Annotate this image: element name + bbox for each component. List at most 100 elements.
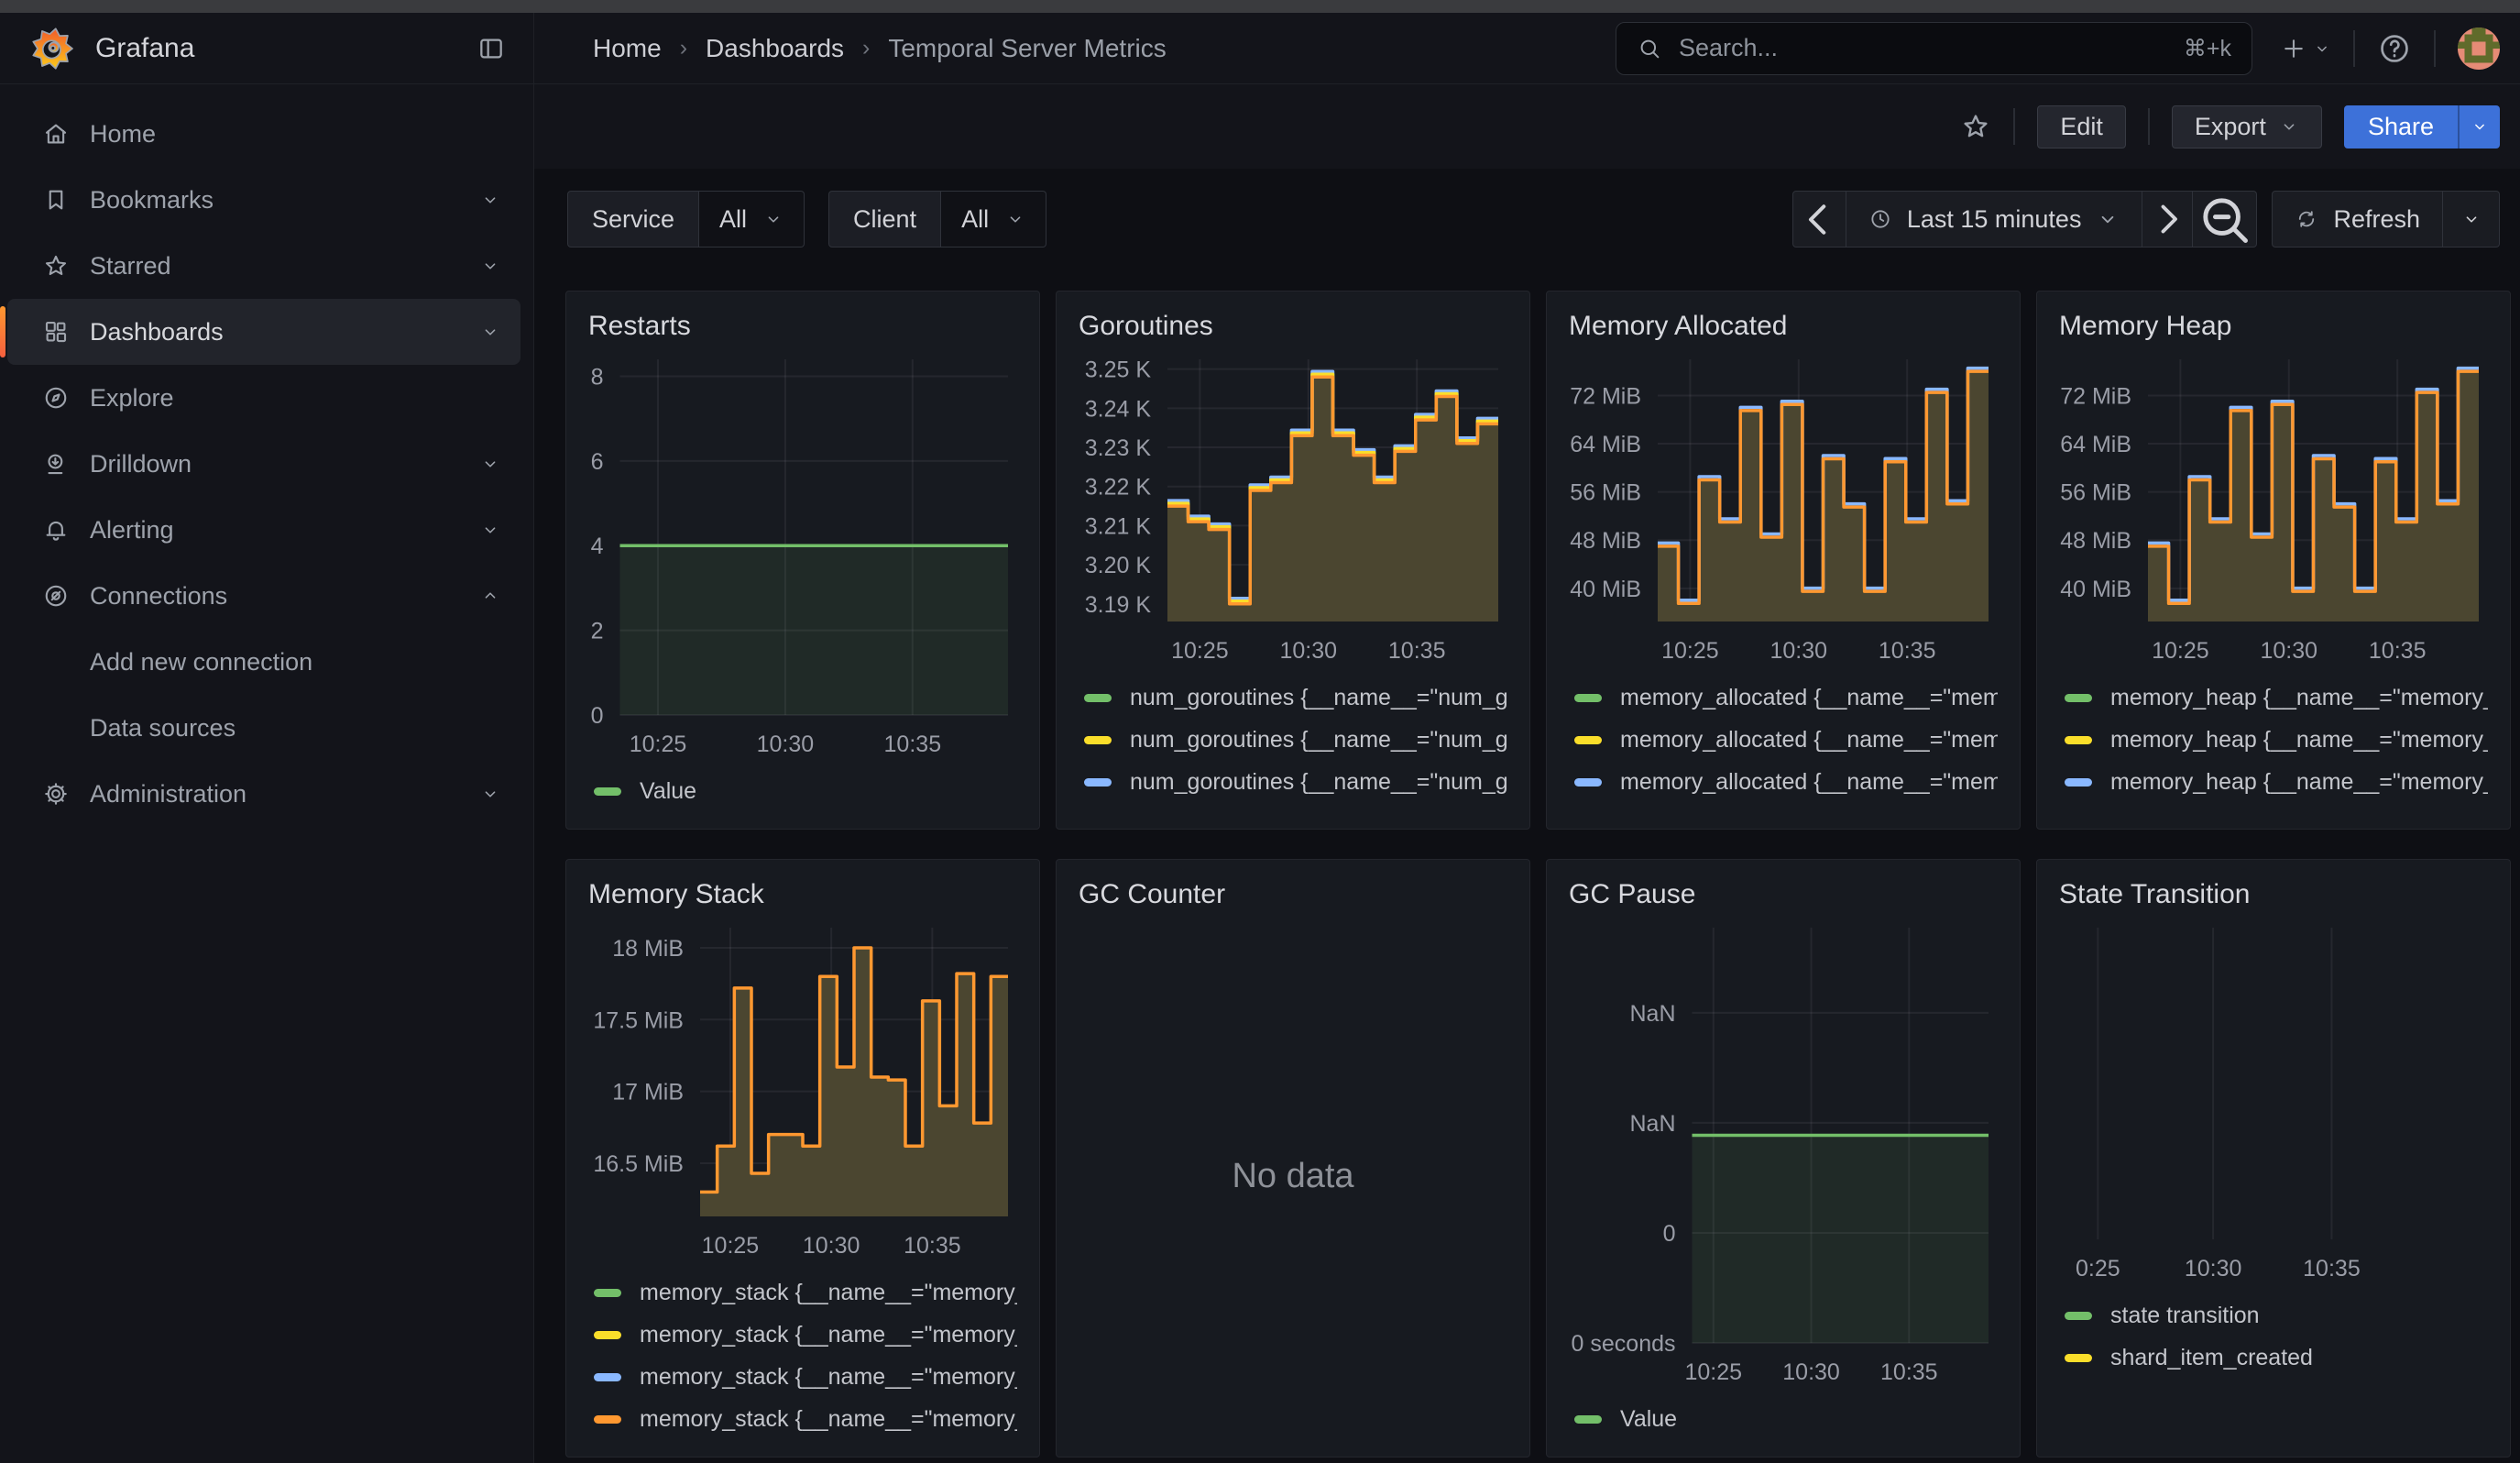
- legend-swatch: [594, 1289, 621, 1297]
- zoom-out-button[interactable]: [2193, 191, 2257, 248]
- legend-item[interactable]: num_goroutines {__name__="num_go: [1079, 761, 1507, 803]
- panel-title[interactable]: State Transition: [2059, 876, 2488, 913]
- chevron-down-icon[interactable]: [480, 454, 500, 474]
- legend-item[interactable]: memory_heap {__name__="memory_h: [2059, 803, 2488, 812]
- chart-gc-pause[interactable]: NaNNaN00 seconds10:2510:3010:35: [1569, 920, 1998, 1391]
- panel-title[interactable]: Goroutines: [1079, 308, 1507, 345]
- legend-item[interactable]: memory_allocated {__name__="memo: [1569, 803, 1998, 812]
- header-actions: ⌘+k: [1616, 22, 2500, 75]
- legend-label: memory_allocated {__name__="memo: [1620, 769, 1998, 796]
- chart-restarts[interactable]: 0246810:2510:3010:35: [588, 352, 1017, 763]
- legend-item[interactable]: memory_heap {__name__="memory_h: [2059, 719, 2488, 761]
- panel-title[interactable]: Memory Stack: [588, 876, 1017, 913]
- legend-item[interactable]: memory_allocated {__name__="memo: [1569, 761, 1998, 803]
- panel-title[interactable]: GC Pause: [1569, 876, 1998, 913]
- time-shift-back-button[interactable]: [1792, 191, 1846, 248]
- panel-title[interactable]: Restarts: [588, 308, 1017, 345]
- refresh-icon: [2295, 207, 2318, 231]
- share-dropdown-chevron[interactable]: [2458, 105, 2500, 148]
- legend-item[interactable]: memory_heap {__name__="memory_h: [2059, 761, 2488, 803]
- time-shift-forward-button[interactable]: [2142, 191, 2193, 248]
- chart-memory-allocated[interactable]: 40 MiB48 MiB56 MiB64 MiB72 MiB10:2510:30…: [1569, 352, 1998, 669]
- chart-state-transition[interactable]: 0:2510:3010:35: [2059, 920, 2488, 1287]
- legend-item[interactable]: Value: [1569, 1398, 1998, 1440]
- breadcrumb-dashboards[interactable]: Dashboards: [706, 34, 844, 63]
- sidebar-item-administration[interactable]: Administration: [7, 761, 520, 827]
- sidebar-item-connections[interactable]: Connections: [7, 563, 520, 629]
- chart-memory-stack[interactable]: 16.5 MiB17 MiB17.5 MiB18 MiB10:2510:3010…: [588, 920, 1017, 1264]
- svg-text:3.20 K: 3.20 K: [1085, 553, 1152, 578]
- sidebar-toggle-icon[interactable]: [477, 34, 506, 63]
- help-icon[interactable]: [2377, 31, 2412, 66]
- user-avatar[interactable]: [2458, 28, 2500, 70]
- dashboard-canvas: ServiceAllClientAll Last 15 minutes: [534, 169, 2520, 1463]
- legend-item[interactable]: state transition: [2059, 1294, 2488, 1336]
- toolbar-divider: [2013, 108, 2015, 145]
- sidebar-item-add-new-connection[interactable]: Add new connection: [7, 629, 520, 695]
- export-button[interactable]: Export: [2172, 105, 2322, 148]
- legend-item[interactable]: num_goroutines {__name__="num_go: [1079, 676, 1507, 719]
- sidebar-item-starred[interactable]: Starred: [7, 233, 520, 299]
- share-button[interactable]: Share: [2344, 105, 2458, 148]
- legend-item[interactable]: num_goroutines {__name__="num_go: [1079, 803, 1507, 812]
- sidebar-item-explore[interactable]: Explore: [7, 365, 520, 431]
- legend-item[interactable]: memory_allocated {__name__="memo: [1569, 719, 1998, 761]
- sidebar-item-drilldown[interactable]: Drilldown: [7, 431, 520, 497]
- sidebar-item-alerting[interactable]: Alerting: [7, 497, 520, 563]
- sidebar-item-home[interactable]: Home: [7, 101, 520, 167]
- dashboard-toolbar: Edit Export Share: [534, 84, 2520, 169]
- legend-item[interactable]: shard_item_created: [2059, 1336, 2488, 1379]
- breadcrumb-home[interactable]: Home: [593, 34, 662, 63]
- search-input[interactable]: [1677, 33, 2184, 63]
- time-range-picker[interactable]: Last 15 minutes: [1846, 191, 2143, 248]
- legend-item[interactable]: memory_allocated {__name__="memo: [1569, 676, 1998, 719]
- legend-label: memory_heap {__name__="memory_h: [2110, 769, 2488, 796]
- legend-item[interactable]: memory_stack {__name__="memory_s: [588, 1356, 1017, 1398]
- legend-item[interactable]: Value: [588, 770, 1017, 812]
- variable-value-dropdown[interactable]: All: [699, 191, 805, 248]
- breadcrumb-current: Temporal Server Metrics: [888, 34, 1166, 63]
- legend-item[interactable]: memory_stack {__name__="memory_s: [588, 1314, 1017, 1356]
- search-box[interactable]: ⌘+k: [1616, 22, 2252, 75]
- svg-text:NaN: NaN: [1629, 1001, 1675, 1027]
- sidebar-item-dashboards[interactable]: Dashboards: [7, 299, 520, 365]
- chevron-down-icon[interactable]: [480, 190, 500, 210]
- sidebar-item-label: Bookmarks: [90, 186, 214, 214]
- add-new-button[interactable]: [2280, 35, 2331, 62]
- panel-state-transition: State Transition 0:2510:3010:35 state tran…: [2036, 859, 2511, 1458]
- chevron-down-icon[interactable]: [480, 322, 500, 342]
- svg-text:6: 6: [591, 449, 604, 475]
- chevron-up-icon[interactable]: [480, 586, 500, 606]
- sidebar-item-bookmarks[interactable]: Bookmarks: [7, 167, 520, 233]
- bell-icon: [42, 516, 70, 544]
- panel-legend: Value: [1569, 1391, 1998, 1440]
- gear-icon: [42, 780, 70, 808]
- legend-item[interactable]: memory_stack {__name__="memory_s: [588, 1398, 1017, 1440]
- legend-item[interactable]: num_goroutines {__name__="num_go: [1079, 719, 1507, 761]
- chart-goroutines[interactable]: 3.19 K3.20 K3.21 K3.22 K3.23 K3.24 K3.25…: [1079, 352, 1507, 669]
- legend-item[interactable]: memory_heap {__name__="memory_h: [2059, 676, 2488, 719]
- chevron-down-icon[interactable]: [480, 784, 500, 804]
- svg-text:72 MiB: 72 MiB: [2060, 383, 2131, 409]
- svg-text:56 MiB: 56 MiB: [1570, 480, 1641, 506]
- legend-item[interactable]: memory_stack {__name__="memory_s: [588, 1271, 1017, 1314]
- variable-pill-client: ClientAll: [828, 191, 1046, 248]
- chevron-down-icon[interactable]: [480, 256, 500, 276]
- panel-title[interactable]: GC Counter: [1079, 876, 1507, 913]
- edit-button[interactable]: Edit: [2037, 105, 2126, 148]
- grafana-logo: [31, 28, 73, 70]
- panel-title[interactable]: Memory Allocated: [1569, 308, 1998, 345]
- legend-swatch: [594, 1415, 621, 1424]
- legend-label: Value: [640, 778, 696, 805]
- favorite-star-icon[interactable]: [1960, 111, 1991, 142]
- apps-icon: [42, 318, 70, 346]
- variables-row: ServiceAllClientAll Last 15 minutes: [567, 191, 2500, 248]
- variable-value-dropdown[interactable]: All: [941, 191, 1046, 248]
- chevron-down-icon: [763, 209, 783, 229]
- refresh-button[interactable]: Refresh: [2272, 191, 2443, 248]
- refresh-interval-chevron[interactable]: [2443, 191, 2500, 248]
- sidebar-item-data-sources[interactable]: Data sources: [7, 695, 520, 761]
- panel-title[interactable]: Memory Heap: [2059, 308, 2488, 345]
- chart-memory-heap[interactable]: 40 MiB48 MiB56 MiB64 MiB72 MiB10:2510:30…: [2059, 352, 2488, 669]
- chevron-down-icon[interactable]: [480, 520, 500, 540]
